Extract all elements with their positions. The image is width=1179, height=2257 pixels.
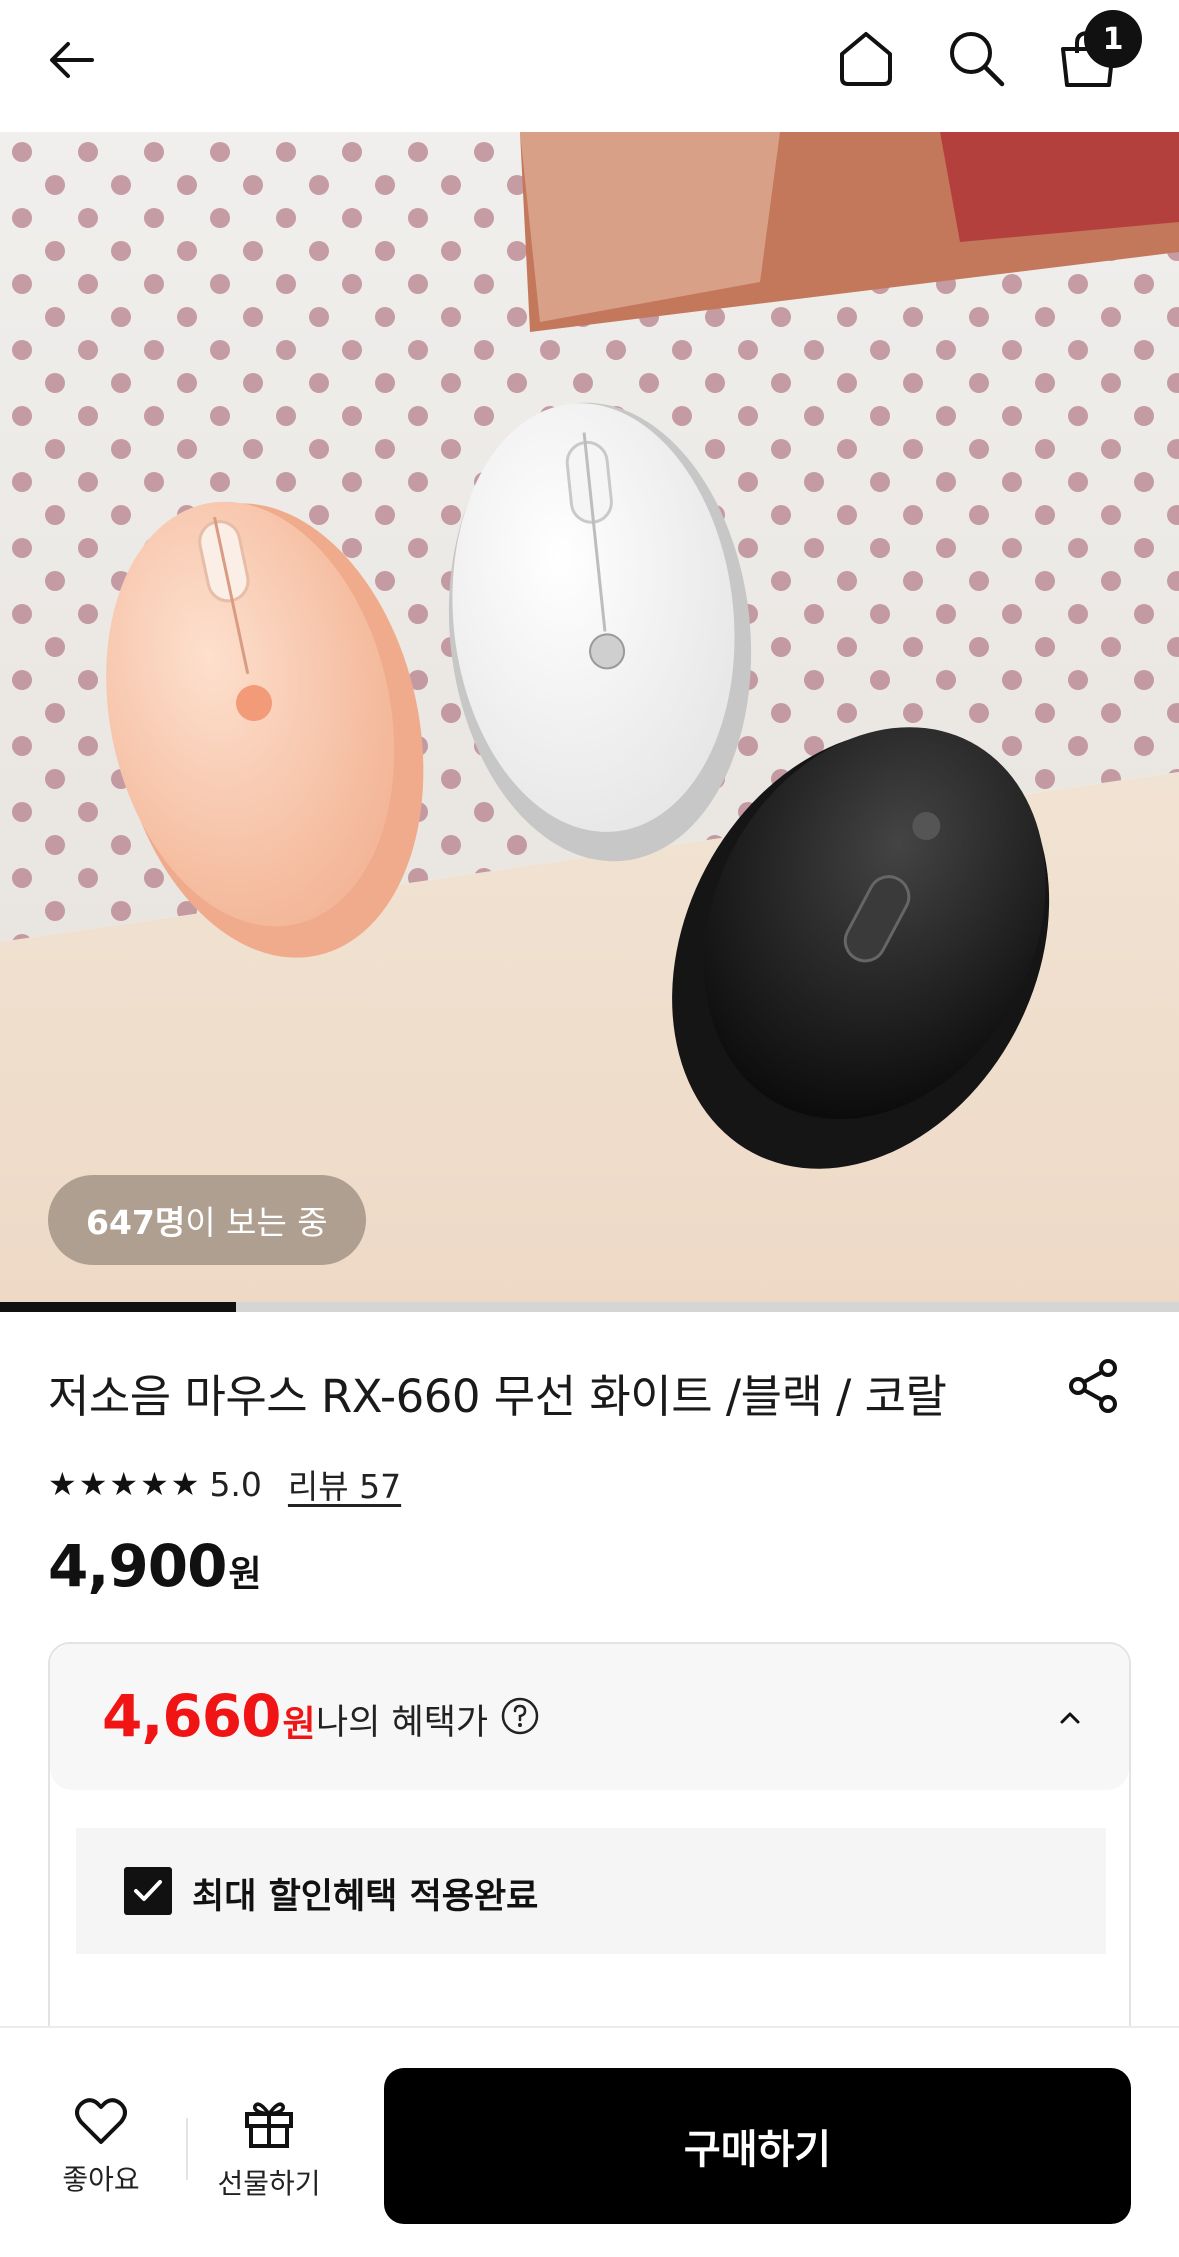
benefit-price-number: 4,660 <box>102 1682 281 1750</box>
rating-stars: ★ ★ ★ ★ ★ <box>48 1468 199 1500</box>
gift-label: 선물하기 <box>217 2167 321 2200</box>
discount-applied-text: 최대 할인혜택 적용완료 <box>192 1877 539 1917</box>
product-price: 4,900 원 <box>48 1532 262 1600</box>
star-icon: ★ <box>109 1465 139 1503</box>
price-number: 4,900 <box>48 1532 227 1600</box>
collapse-button[interactable] <box>1040 1688 1100 1748</box>
star-icon: ★ <box>170 1465 200 1503</box>
star-icon: ★ <box>78 1465 108 1503</box>
star-icon: ★ <box>48 1465 77 1503</box>
back-arrow-icon <box>50 42 94 78</box>
checkmark-icon <box>134 1880 162 1901</box>
bottom-action-bar: 좋아요 선물하기 구매하기 <box>0 2026 1179 2257</box>
search-icon <box>950 32 1005 87</box>
share-icon <box>1069 1359 1117 1413</box>
back-button[interactable] <box>36 24 108 96</box>
product-image-carousel[interactable]: 647명 이 보는 중 <box>0 132 1179 1302</box>
rating-row: ★ ★ ★ ★ ★ 5.0 리뷰 57 <box>48 1460 401 1508</box>
star-icon: ★ <box>140 1465 169 1503</box>
benefit-price-unit: 원 <box>282 1704 316 1745</box>
top-header: 1 <box>0 0 1179 132</box>
like-button[interactable]: 좋아요 <box>36 2098 166 2198</box>
gift-icon <box>245 2102 293 2148</box>
like-label: 좋아요 <box>62 2163 140 2196</box>
buy-button[interactable]: 구매하기 <box>384 2068 1131 2224</box>
benefit-header[interactable]: 4,660 원 나의 혜택가 <box>50 1644 1129 1790</box>
viewer-count: 647명 <box>86 1203 186 1242</box>
bottom-divider <box>186 2118 188 2180</box>
benefit-label: 나의 혜택가 <box>316 1703 489 1743</box>
cart-count-badge: 1 <box>1084 10 1142 68</box>
share-button[interactable] <box>1058 1350 1130 1422</box>
gift-button[interactable]: 선물하기 <box>204 2098 334 2202</box>
price-unit: 원 <box>228 1554 262 1595</box>
viewers-count-pill: 647명 이 보는 중 <box>48 1175 366 1265</box>
chevron-up-icon <box>1060 1712 1080 1724</box>
heart-icon <box>75 2098 127 2144</box>
product-title: 저소음 마우스 RX-660 무선 화이트 /블랙 / 코랄 <box>48 1370 947 1423</box>
viewer-suffix: 이 보는 중 <box>185 1203 328 1242</box>
search-button[interactable] <box>940 22 1012 94</box>
benefit-price: 4,660 원 <box>102 1682 316 1750</box>
checkbox-checked[interactable] <box>124 1867 172 1915</box>
rating-value: 5.0 <box>209 1464 262 1504</box>
review-link[interactable]: 리뷰 57 <box>288 1460 401 1508</box>
carousel-progress-fill <box>0 1302 236 1312</box>
discount-applied-row: 최대 할인혜택 적용완료 <box>76 1828 1106 1954</box>
product-photo <box>0 132 1179 1302</box>
home-button[interactable] <box>830 22 902 94</box>
carousel-progress-track <box>0 1302 1179 1312</box>
help-icon[interactable] <box>500 1696 540 1736</box>
home-icon <box>840 32 892 86</box>
